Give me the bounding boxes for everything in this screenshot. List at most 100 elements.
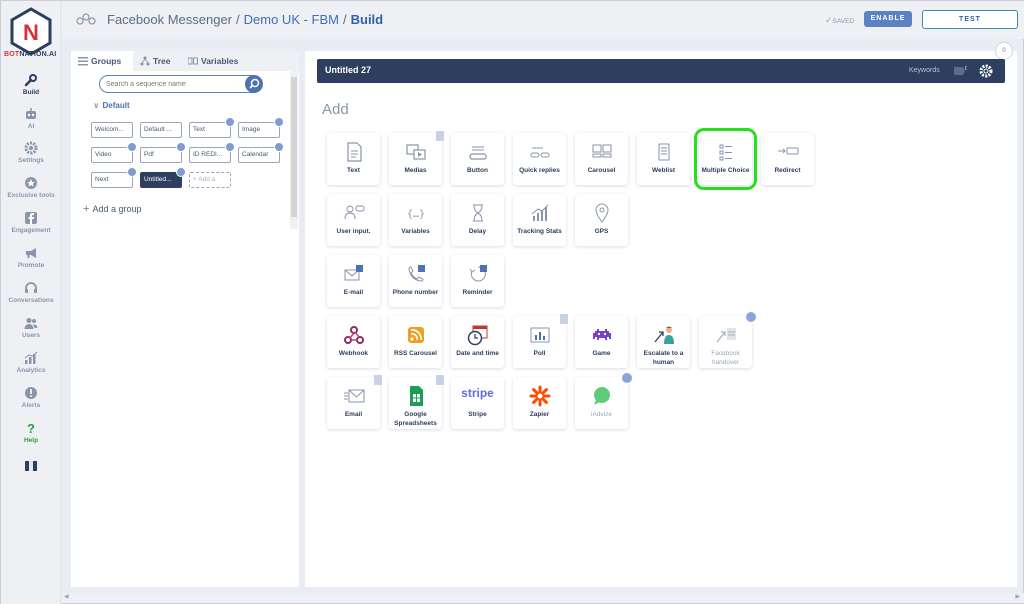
nav-label: Settings: [18, 157, 44, 164]
block-weblist[interactable]: Weblist: [637, 133, 690, 185]
svg-text:{…}: {…}: [406, 209, 424, 220]
left-nav-rail: N BOTNATION.AI Build AI Settings Exclusi…: [1, 1, 61, 604]
block-iadvize[interactable]: iAdvize: [575, 372, 633, 429]
nav-exclusive-tools[interactable]: Exclusive tools: [1, 176, 61, 206]
reminder-icon: [469, 265, 487, 282]
nav-settings[interactable]: Settings: [1, 141, 61, 171]
scrollbar-thumb[interactable]: [291, 77, 297, 217]
nav-users[interactable]: Users: [1, 316, 61, 346]
block-poll[interactable]: Poll: [513, 314, 568, 368]
multiple-choice-icon: [719, 144, 732, 161]
sequence-title[interactable]: Untitled 27: [325, 65, 371, 75]
poll-icon: [530, 327, 549, 343]
block-escalate-human[interactable]: Escalate to a human: [637, 316, 690, 368]
nav-help[interactable]: ? Help: [1, 421, 61, 451]
block-delay[interactable]: Delay: [451, 194, 504, 246]
gear-icon: [24, 141, 38, 155]
info-badge-icon[interactable]: [745, 311, 757, 323]
block-medias[interactable]: Medias: [389, 131, 444, 185]
block-redirect[interactable]: Redirect: [761, 133, 814, 185]
horizontal-scrollbar[interactable]: ◀ ▶: [62, 593, 1024, 603]
chart-icon: [24, 351, 38, 364]
block-label: iAdvize: [591, 411, 612, 418]
sidebar-scrollbar[interactable]: [290, 71, 298, 229]
enable-button[interactable]: ENABLE: [864, 11, 912, 27]
nav-engagement[interactable]: Engagement: [1, 211, 61, 241]
block-stripe[interactable]: stripe Stripe: [451, 377, 504, 429]
block-user-input[interactable]: User input.: [327, 194, 380, 246]
block-multiple-choice[interactable]: Multiple Choice: [694, 128, 757, 190]
sequence-search-input[interactable]: [99, 75, 261, 93]
block-date-time[interactable]: Date and time: [451, 316, 504, 368]
add-group-button[interactable]: + Add a group: [83, 203, 141, 215]
nav-label: AI: [27, 123, 35, 130]
nav-ai[interactable]: AI: [1, 107, 61, 137]
block-button[interactable]: Button: [451, 133, 504, 185]
block-tracking-stats[interactable]: Tracking Stats: [513, 194, 566, 246]
block-rss-carousel[interactable]: RSS Carousel: [389, 316, 442, 368]
link-icon: [176, 167, 186, 177]
notification-counter[interactable]: 0: [995, 42, 1013, 60]
block-label: Delay: [468, 228, 487, 235]
block-reminder[interactable]: Reminder: [451, 255, 504, 307]
block-text[interactable]: Text: [327, 133, 380, 185]
flag-icon[interactable]: [25, 458, 37, 471]
block-label: Text: [347, 167, 360, 174]
block-facebook-handover[interactable]: Facebook handover: [699, 311, 757, 368]
sidebar-tabs: Groups Tree Variables: [71, 51, 299, 71]
phone-facebook-icon: [407, 265, 425, 282]
tab-groups[interactable]: Groups: [71, 51, 133, 71]
corner-tab: [436, 131, 444, 141]
block-label: Google Spreadsheets: [394, 411, 437, 427]
variables-icon: {…}: [406, 209, 424, 220]
svg-text:?: ?: [27, 421, 35, 435]
tab-variables[interactable]: Variables: [181, 51, 251, 71]
link-icon: [127, 167, 137, 177]
nav-label: Help: [23, 437, 39, 444]
user-input-icon: [344, 205, 364, 220]
tab-label: Tree: [153, 56, 171, 66]
block-email-capture[interactable]: E-mail: [327, 255, 380, 307]
sequence-chip[interactable]: Default ...: [140, 122, 182, 138]
block-google-spreadsheets[interactable]: Google Spreadsheets: [389, 375, 444, 429]
info-badge-icon[interactable]: [621, 372, 633, 384]
block-label: Medias: [404, 167, 427, 174]
nav-label: Exclusive tools: [7, 192, 55, 199]
nav-build[interactable]: Build: [1, 73, 61, 103]
add-sequence-chip[interactable]: + Add a: [189, 172, 231, 188]
sequence-chip[interactable]: Welcom...: [91, 122, 133, 138]
block-webhook[interactable]: Webhook: [327, 316, 380, 368]
nav-label: Users: [21, 332, 41, 339]
block-email[interactable]: Email: [327, 375, 382, 429]
block-carousel[interactable]: Carousel: [575, 133, 628, 185]
group-default-header[interactable]: ∨ Default: [93, 101, 130, 110]
nav-analytics[interactable]: Analytics: [1, 351, 61, 381]
block-game[interactable]: Game: [575, 316, 628, 368]
nav-promote[interactable]: Promote: [1, 246, 61, 276]
block-phone-number[interactable]: Phone number: [389, 255, 442, 307]
stats-icon: [531, 204, 548, 221]
block-variables[interactable]: {…} Variables: [389, 194, 442, 246]
block-gps[interactable]: GPS: [575, 194, 628, 246]
breadcrumb-platform[interactable]: Facebook Messenger: [107, 12, 232, 27]
nav-label: Conversations: [8, 297, 54, 304]
breadcrumb-bot[interactable]: Demo UK - FBM: [244, 12, 339, 27]
test-button[interactable]: TEST: [922, 10, 1018, 29]
block-quick-replies[interactable]: Quick replies: [513, 133, 566, 185]
tab-tree[interactable]: Tree: [133, 51, 181, 71]
block-label: Zapier: [529, 411, 550, 418]
nav-alerts[interactable]: Alerts: [1, 386, 61, 416]
keywords-link[interactable]: Keywords: [909, 67, 940, 74]
block-label: Phone number: [392, 289, 439, 296]
media-icon: [405, 144, 426, 160]
block-label: Email: [344, 411, 363, 418]
scroll-right-icon: ▶: [1015, 594, 1020, 600]
settings-gear-icon[interactable]: [979, 64, 993, 78]
search-button[interactable]: [245, 75, 263, 93]
sequence-editor: 0 Untitled 27 Keywords 0 Add Text Medias…: [305, 42, 1017, 587]
block-label: RSS Carousel: [394, 350, 437, 357]
keywords-icon[interactable]: 0: [953, 65, 967, 77]
block-label: Tracking Stats: [517, 228, 562, 235]
nav-conversations[interactable]: Conversations: [1, 281, 61, 311]
block-zapier[interactable]: Zapier: [513, 377, 566, 429]
